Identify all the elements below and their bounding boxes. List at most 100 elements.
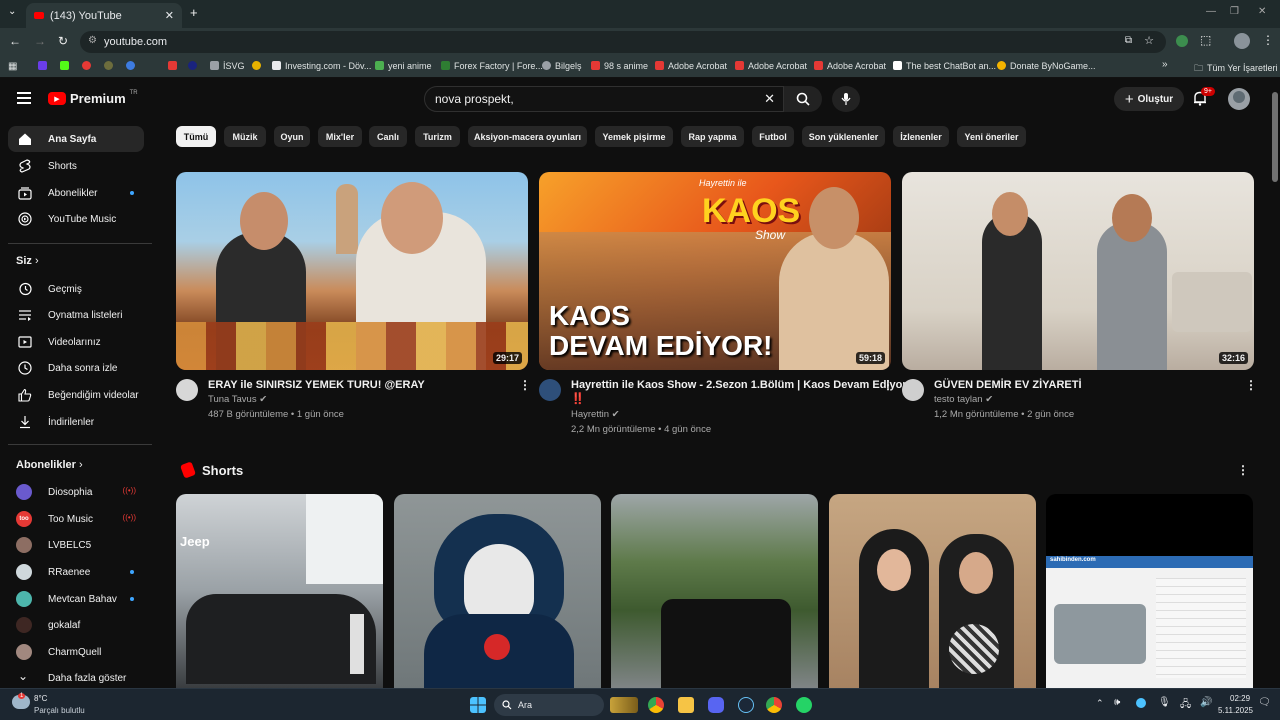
chip-gaming[interactable]: Oyun [274, 126, 310, 147]
tab-search-icon[interactable]: ⌄ [8, 6, 16, 17]
sidebar-item-your-videos[interactable]: Videolarınız [8, 329, 144, 355]
guide-menu-icon[interactable] [17, 92, 31, 104]
steam-icon[interactable] [738, 697, 754, 713]
site-info-icon[interactable]: ⚙ [88, 35, 97, 46]
sidebar-channel-rraenee[interactable]: RRaenee [8, 559, 144, 585]
browser-tab[interactable]: (143) YouTube ✕ [26, 3, 182, 28]
bookmark-item[interactable]: The best ChatBot an... [893, 61, 996, 71]
more-bookmarks-icon[interactable]: » [1162, 59, 1168, 70]
forward-icon[interactable]: → [34, 34, 46, 48]
bookmark-item[interactable]: yeni anime [375, 61, 432, 71]
discord-icon[interactable] [708, 697, 724, 713]
tray-overflow-icon[interactable]: ⌃ [1096, 698, 1104, 709]
chrome-icon[interactable] [648, 697, 664, 713]
youtube-logo[interactable]: ▶ Premium TR [48, 90, 138, 106]
sidebar-channel-charmquell[interactable]: CharmQuell [8, 639, 144, 665]
chip-mixes[interactable]: Mix'ler [318, 126, 362, 147]
short-thumbnail[interactable] [829, 494, 1036, 688]
sidebar-item-playlists[interactable]: Oynatma listeleri [8, 302, 144, 328]
bookmark-item[interactable]: Donate ByNoGame... [997, 61, 1096, 71]
sidebar-channel-mevtcan-bahav[interactable]: Mevtcan Bahav [8, 586, 144, 612]
channel-avatar[interactable] [176, 379, 198, 401]
video-more-icon[interactable]: ⋮ [882, 378, 894, 392]
bookmark-icon[interactable] [168, 61, 177, 70]
bookmark-icon[interactable] [126, 61, 135, 70]
sidebar-item-downloads[interactable]: İndirilenler [8, 409, 144, 435]
short-thumbnail[interactable] [394, 494, 601, 688]
new-tab-icon[interactable]: + [190, 5, 198, 20]
voice-search-button[interactable] [832, 86, 860, 112]
chip-rap[interactable]: Rap yapma [681, 126, 744, 147]
install-app-icon[interactable]: ⧉ [1125, 35, 1132, 46]
video-more-icon[interactable]: ⋮ [1245, 378, 1257, 392]
channel-name[interactable]: Tuna Tavus ✔ [208, 394, 267, 405]
sidebar-channel-gokalaf[interactable]: gokalaf [8, 612, 144, 638]
bookmark-icon[interactable] [104, 61, 113, 70]
account-avatar[interactable] [1228, 88, 1250, 110]
video-thumbnail[interactable]: Hayrettin ile KAOS Show KAOS DEVAM EDİYO… [539, 172, 891, 370]
extension-icon[interactable] [1176, 35, 1188, 47]
restore-icon[interactable]: ❐ [1230, 6, 1239, 17]
video-title[interactable]: GÜVEN DEMİR EV ZİYARETİ [934, 379, 1082, 391]
file-explorer-icon[interactable] [678, 697, 694, 713]
onedrive-icon[interactable] [1136, 698, 1146, 708]
chip-football[interactable]: Futbol [752, 126, 794, 147]
close-tab-icon[interactable]: ✕ [165, 9, 174, 22]
reload-icon[interactable]: ↻ [58, 34, 68, 48]
network-icon[interactable]: 🖧 [1180, 697, 1191, 714]
kick-icon[interactable] [60, 61, 69, 70]
bookmark-item[interactable]: Adobe Acrobat [655, 61, 727, 71]
profile-avatar[interactable] [1234, 33, 1250, 49]
video-thumbnail[interactable]: 32:16 [902, 172, 1254, 370]
bookmark-icon[interactable] [188, 61, 197, 70]
minimize-icon[interactable]: — [1206, 6, 1216, 17]
chip-recently-uploaded[interactable]: Son yüklenenler [802, 126, 885, 147]
chip-all[interactable]: Tümü [176, 126, 216, 147]
sidebar-item-home[interactable]: Ana Sayfa [8, 126, 144, 152]
chrome-icon[interactable] [766, 697, 782, 713]
search-input[interactable]: nova prospekt, ✕ [424, 86, 784, 112]
notifications-button[interactable]: 9+ [1192, 87, 1215, 108]
bookmark-item[interactable]: 98 s anime [591, 61, 648, 71]
video-thumbnail[interactable]: 29:17 [176, 172, 528, 370]
chip-music[interactable]: Müzik [224, 126, 266, 147]
chip-tourism[interactable]: Turizm [415, 126, 460, 147]
bookmark-item[interactable]: Forex Factory | Fore... [441, 61, 543, 71]
clear-search-icon[interactable]: ✕ [764, 91, 775, 107]
sidebar-channel-too-music[interactable]: too Too Music ((•)) [8, 506, 144, 532]
chip-action-adventure[interactable]: Aksiyon-macera oyunları [468, 126, 587, 147]
chip-cooking[interactable]: Yemek pişirme [595, 126, 673, 147]
all-bookmarks-folder[interactable]: 🗀 Tüm Yer İşaretleri [1194, 61, 1278, 77]
bookmark-item[interactable]: İSVG [210, 61, 245, 71]
notification-center-icon[interactable]: 🗨 [1258, 697, 1271, 708]
sidebar-item-shorts[interactable]: Shorts [8, 153, 144, 179]
back-icon[interactable]: ← [9, 34, 21, 48]
channel-name[interactable]: Hayrettin ✔ [571, 409, 620, 420]
bookmark-item[interactable]: Adobe Acrobat [735, 61, 807, 71]
short-thumbnail[interactable]: Jeep [176, 494, 383, 688]
bookmark-item[interactable]: Investing.com - Döv... [272, 61, 371, 71]
close-window-icon[interactable]: ✕ [1258, 6, 1266, 17]
extensions-puzzle-icon[interactable]: ⬚ [1200, 33, 1211, 47]
video-title[interactable]: ERAY ile SINIRSIZ YEMEK TURU! @ERAY [208, 379, 425, 391]
channel-name[interactable]: testo taylan ✔ [934, 394, 993, 405]
sidebar-item-watch-later[interactable]: Daha sonra izle [8, 355, 144, 381]
shorts-more-icon[interactable]: ⋮ [1237, 463, 1249, 477]
short-thumbnail[interactable] [611, 494, 818, 688]
address-bar[interactable]: ⚙ youtube.com ⧉ ☆ [80, 31, 1166, 53]
create-button[interactable]: + Oluştur [1114, 87, 1184, 111]
bookmark-icon[interactable] [252, 61, 261, 70]
sidebar-item-liked-videos[interactable]: Beğendiğim videolar [8, 382, 144, 408]
clock-time[interactable]: 02:29 [1230, 694, 1250, 703]
taskbar-search[interactable]: Ara [494, 694, 604, 716]
speaker-tray-icon[interactable]: 🕪 [1114, 697, 1120, 708]
bookmark-item[interactable]: Adobe Acrobat [814, 61, 886, 71]
bookmark-star-icon[interactable]: ☆ [1144, 34, 1154, 47]
subscriptions-section-title[interactable]: Abonelikler › [16, 459, 83, 471]
sidebar-item-subscriptions[interactable]: Abonelikler [8, 180, 144, 206]
scrollbar-thumb[interactable] [1272, 92, 1278, 182]
search-highlight-icon[interactable] [610, 697, 638, 713]
chip-live[interactable]: Canlı [369, 126, 407, 147]
video-more-icon[interactable]: ⋮ [519, 378, 531, 392]
short-thumbnail[interactable]: sahibinden.com [1046, 494, 1253, 688]
